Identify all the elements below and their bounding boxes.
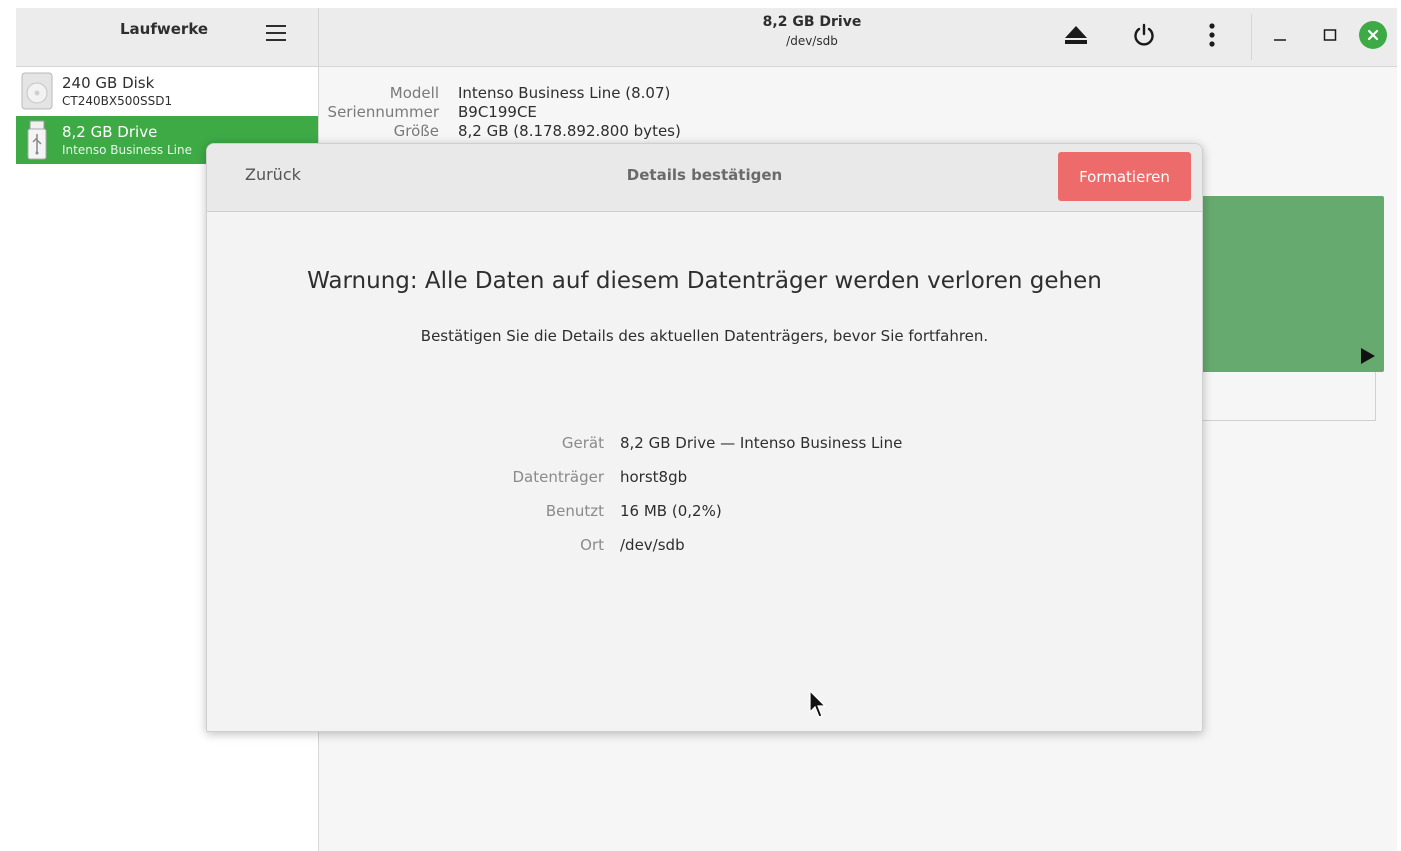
warning-title: Warnung: Alle Daten auf diesem Datenträg… [307,268,1102,294]
used-label: Benutzt [545,502,604,520]
dialog-header: Zurück Details bestätigen Formatieren [207,144,1202,212]
size-label: Größe [393,122,439,140]
more-options-button[interactable] [1195,18,1229,52]
more-vertical-icon [1209,23,1215,47]
play-icon[interactable] [1361,348,1375,364]
drive-name: 240 GB Disk [62,74,155,92]
close-button[interactable] [1356,18,1390,52]
drive-item-240gb-disk[interactable]: 240 GB Disk CT240BX500SSD1 [16,67,318,115]
usb-drive-icon [27,120,47,160]
detail-row-device: Gerät 8,2 GB Drive — Intenso Business Li… [207,434,1202,456]
minimize-icon [1274,39,1286,41]
serial-label: Seriennummer [327,103,439,121]
partition-details-strip [1200,372,1376,421]
dialog-title: Details bestätigen [626,166,783,184]
partition-block[interactable] [1200,196,1384,372]
mouse-cursor-icon [809,690,827,718]
used-value: 16 MB (0,2%) [620,502,722,520]
volume-value: horst8gb [620,468,688,486]
eject-button[interactable] [1059,18,1093,52]
drive-model: Intenso Business Line [62,143,192,157]
power-icon [1134,23,1154,46]
serial-value: B9C199CE [458,103,537,121]
minimize-button[interactable] [1263,18,1297,52]
location-value: /dev/sdb [620,536,685,554]
header-separator [1251,14,1252,60]
device-value: 8,2 GB Drive — Intenso Business Line [620,434,903,452]
eject-icon [1065,26,1087,44]
main-header: 8,2 GB Drive /dev/sdb [319,8,1397,67]
close-icon [1359,21,1387,49]
model-value: Intenso Business Line (8.07) [458,84,671,102]
detail-row-used: Benutzt 16 MB (0,2%) [207,502,1202,524]
drive-name: 8,2 GB Drive [62,123,158,141]
maximize-icon [1323,29,1337,41]
drive-model: CT240BX500SSD1 [62,94,173,108]
maximize-button[interactable] [1313,18,1347,52]
volume-label: Datenträger [512,468,604,486]
power-off-button[interactable] [1127,18,1161,52]
format-confirm-dialog: Zurück Details bestätigen Formatieren Wa… [206,143,1203,732]
hard-disk-icon [21,72,53,110]
drive-device-path: /dev/sdb [786,34,838,48]
format-button[interactable]: Formatieren [1058,152,1191,201]
warning-subtitle: Bestätigen Sie die Details des aktuellen… [420,327,989,345]
size-value: 8,2 GB (8.178.892.800 bytes) [458,122,681,140]
detail-row-volume: Datenträger horst8gb [207,468,1202,490]
drive-title: 8,2 GB Drive [762,14,862,30]
model-label: Modell [389,84,439,102]
sidebar-title: Laufwerke [120,20,209,38]
detail-row-location: Ort /dev/sdb [207,536,1202,558]
device-label: Gerät [561,434,604,452]
location-label: Ort [580,536,604,554]
